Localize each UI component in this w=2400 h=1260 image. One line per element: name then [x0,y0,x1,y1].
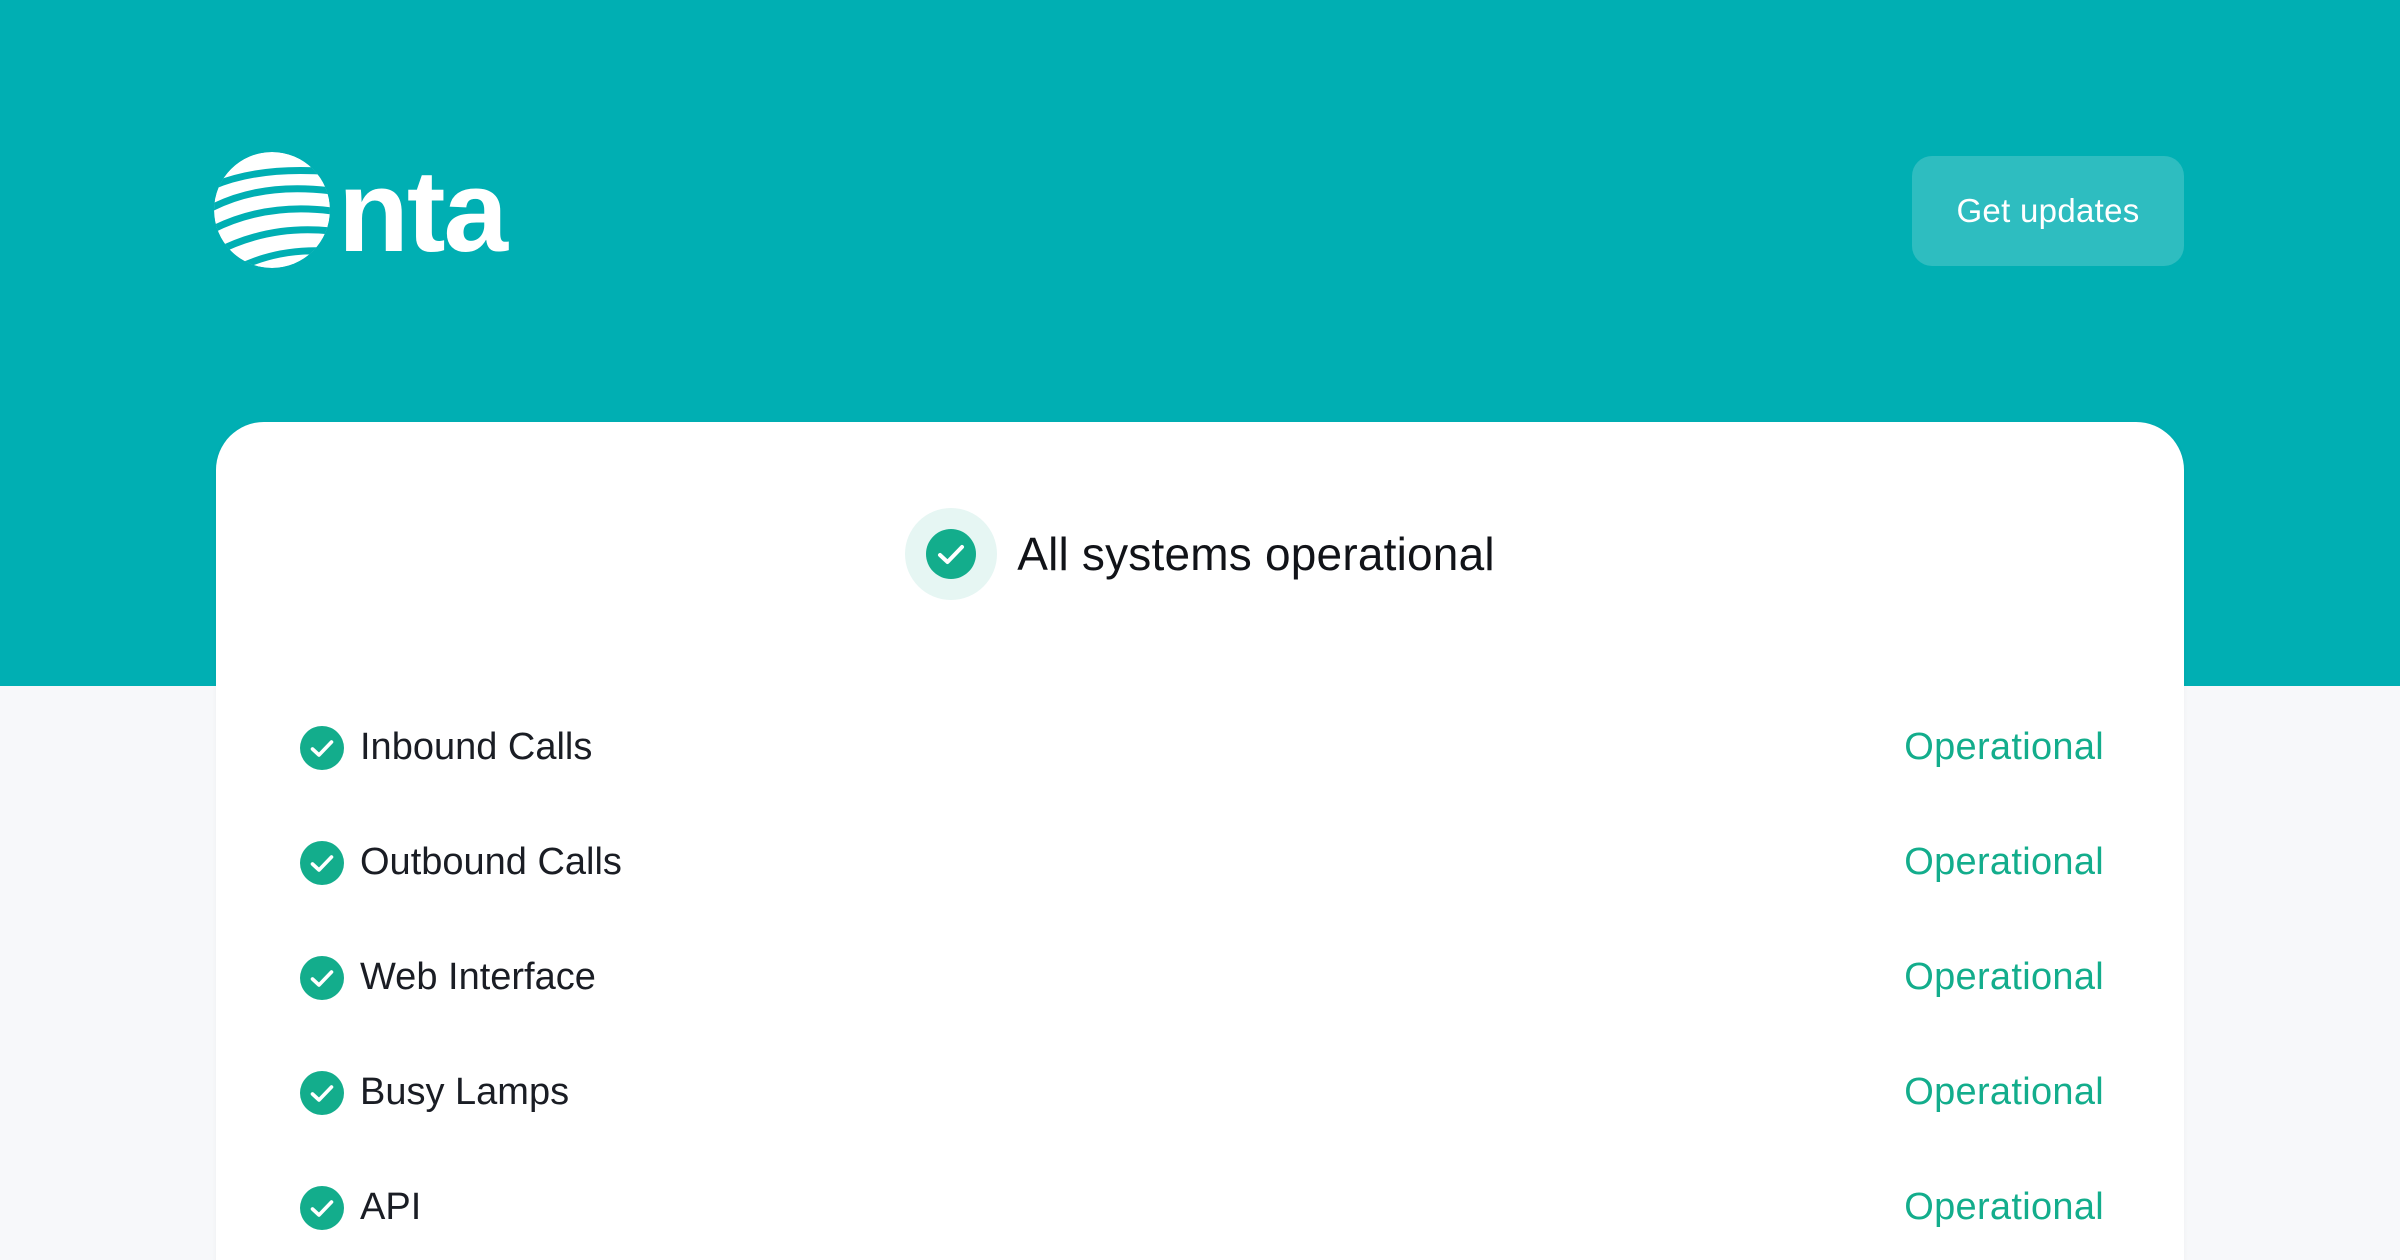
service-row-web-interface[interactable]: Web Interface Operational [300,920,2104,1035]
service-info: Inbound Calls [300,725,593,770]
get-updates-button[interactable]: Get updates [1912,156,2184,266]
service-name: Inbound Calls [360,726,593,768]
service-row-outbound-calls[interactable]: Outbound Calls Operational [300,805,2104,920]
service-info: Web Interface [300,955,596,1000]
service-row-busy-lamps[interactable]: Busy Lamps Operational [300,1035,2104,1150]
overall-status: All systems operational [216,508,2184,600]
service-info: Outbound Calls [300,840,622,885]
service-status: Operational [1904,841,2104,883]
nta-logo[interactable]: nta [214,150,554,272]
service-info: Busy Lamps [300,1070,570,1115]
service-name: Outbound Calls [360,841,622,883]
check-circle-icon [905,508,998,600]
services-list: Inbound Calls Operational Outbound Calls… [300,690,2104,1260]
overall-status-text: All systems operational [1017,528,1495,580]
check-circle-icon [300,1185,344,1230]
service-name: Busy Lamps [360,1071,570,1113]
logo-text: nta [338,150,509,272]
check-circle-icon [300,955,344,1000]
service-status: Operational [1904,1071,2104,1113]
service-name: Web Interface [360,956,596,998]
check-circle-icon [300,725,344,770]
service-row-inbound-calls[interactable]: Inbound Calls Operational [300,690,2104,805]
service-name: API [360,1186,422,1228]
service-status: Operational [1904,956,2104,998]
service-status: Operational [1904,726,2104,768]
status-card: All systems operational Inbound Calls Op… [216,422,2184,1260]
service-info: API [300,1185,422,1230]
check-circle-icon [300,1070,344,1115]
service-row-api[interactable]: API Operational [300,1150,2104,1260]
check-circle-icon [300,840,344,885]
striped-globe-icon: nta [214,150,511,272]
service-status: Operational [1904,1186,2104,1228]
